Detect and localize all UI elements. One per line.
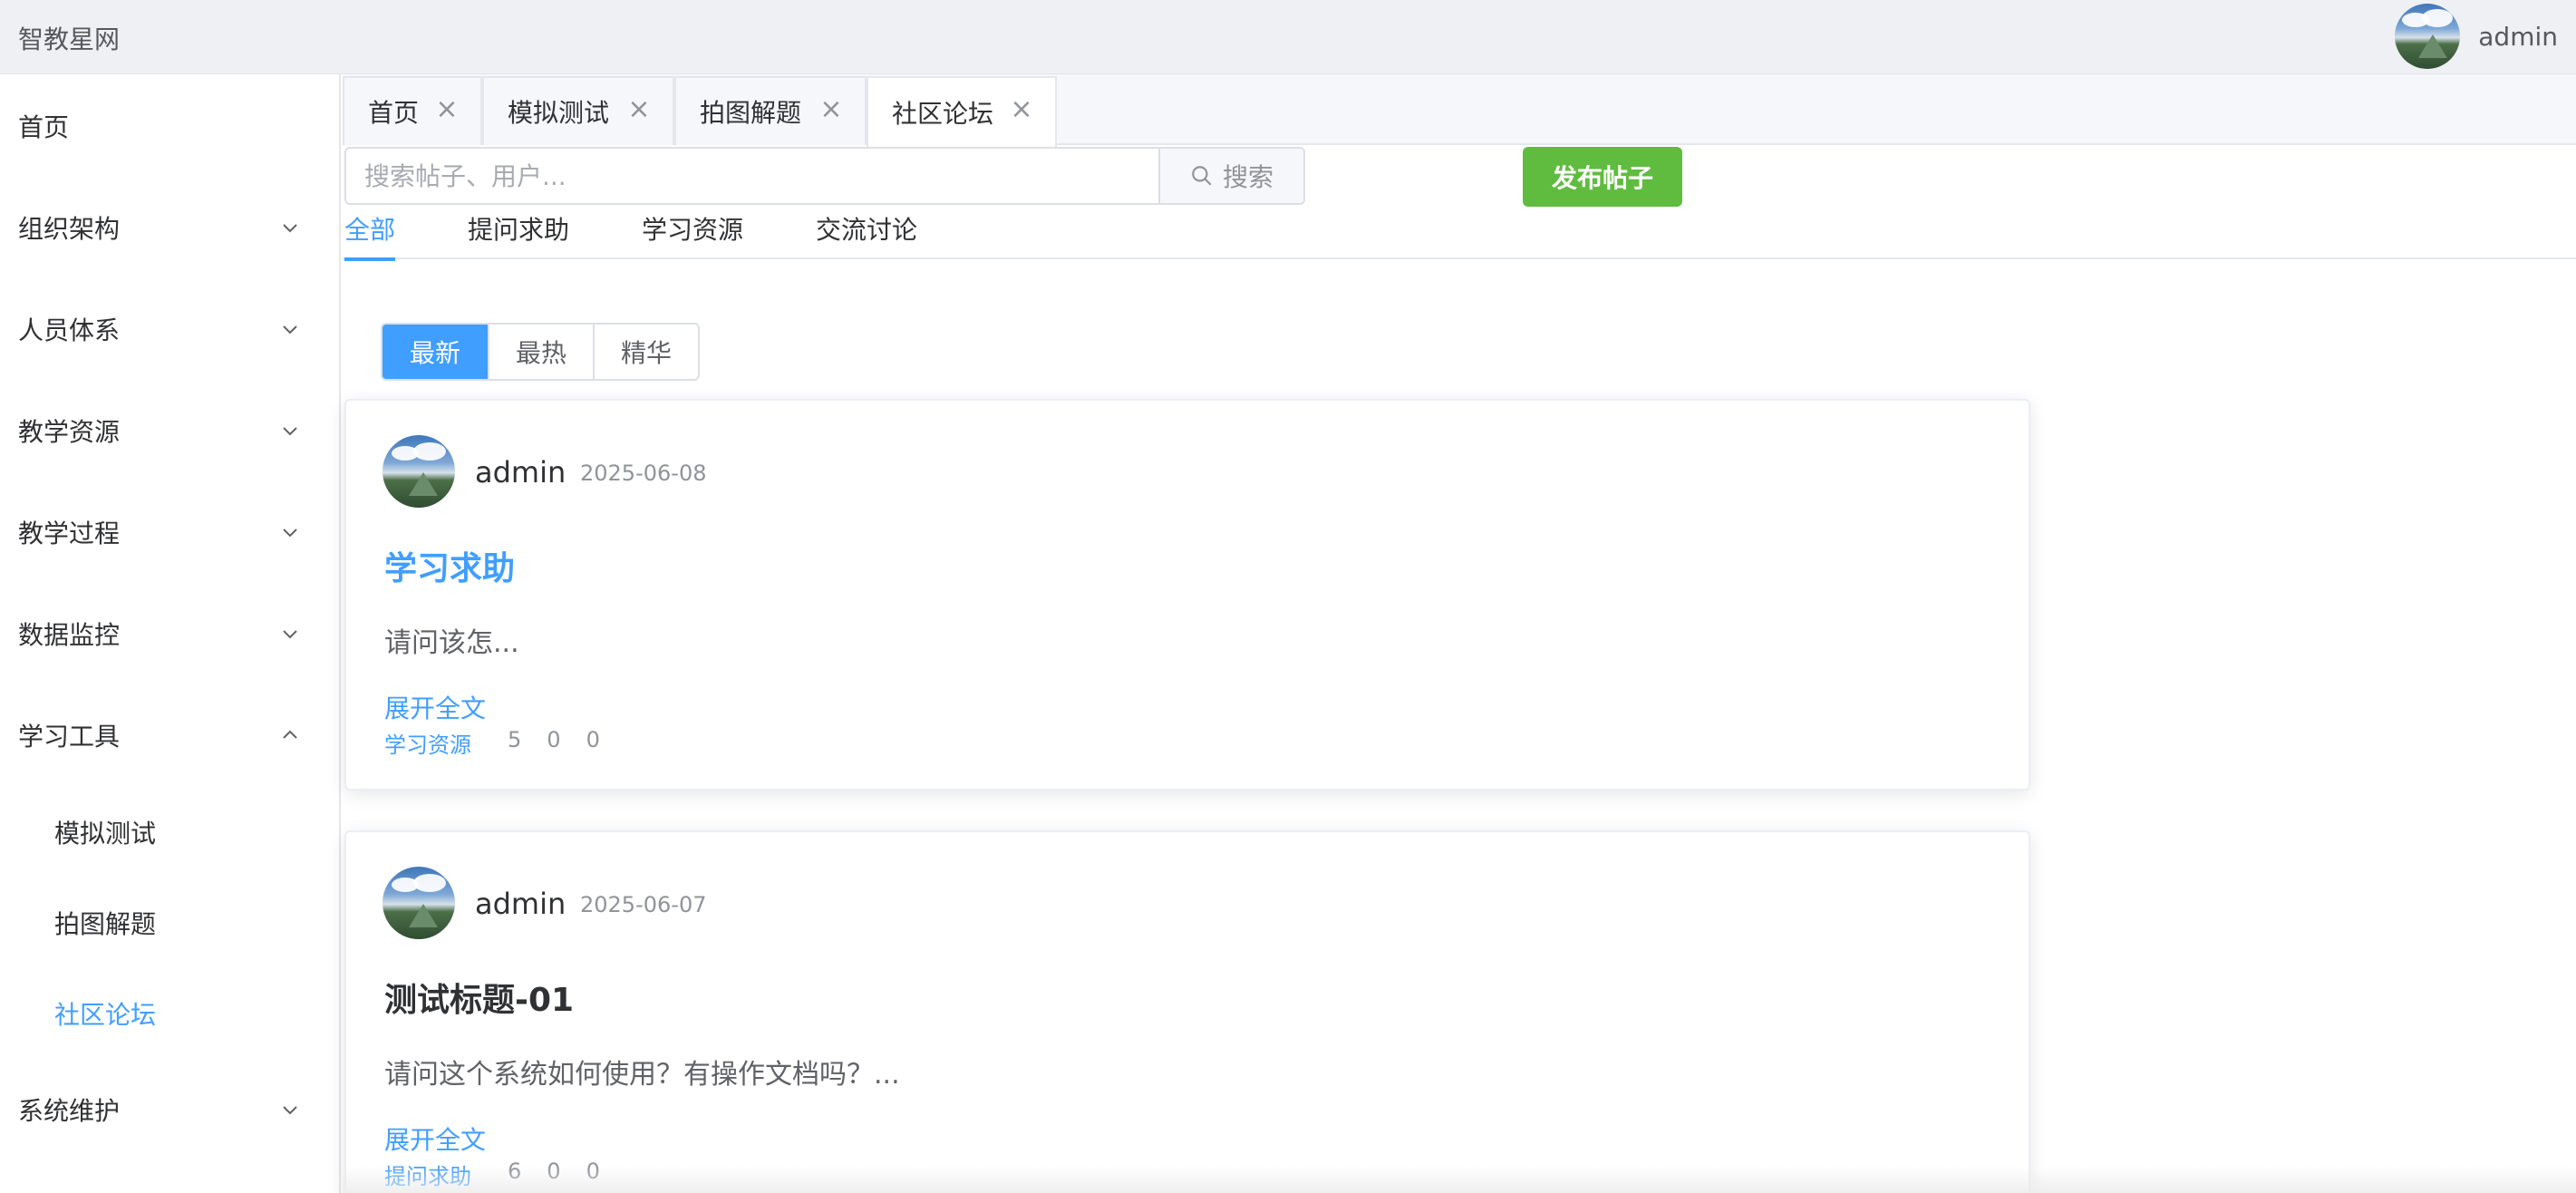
post-excerpt: 请问该怎... bbox=[384, 627, 519, 659]
avatar[interactable] bbox=[2395, 4, 2461, 69]
category-tab-discussion[interactable]: 交流讨论 bbox=[816, 209, 917, 259]
post-like-count: 0 bbox=[547, 727, 561, 752]
sidebar-item-data-monitoring[interactable]: 数据监控 bbox=[0, 601, 341, 666]
sidebar: 首页 组织架构 人员体系 教学资源 教学过程 数据监控 学习工具 模拟测试 拍图… bbox=[0, 74, 341, 1193]
post-meta: 学习资源 5 0 0 bbox=[384, 727, 625, 759]
post-comment-count: 0 bbox=[586, 727, 600, 752]
sidebar-item-photo-solve[interactable]: 拍图解题 bbox=[0, 890, 341, 955]
tab-photo-solve[interactable]: 拍图解题 × bbox=[674, 76, 867, 145]
sidebar-item-community-forum[interactable]: 社区论坛 bbox=[0, 981, 341, 1046]
close-icon[interactable]: × bbox=[435, 96, 459, 123]
publish-post-button[interactable]: 发布帖子 bbox=[1523, 147, 1682, 207]
search-button[interactable]: 搜索 bbox=[1158, 149, 1303, 203]
tab-label: 社区论坛 bbox=[892, 99, 994, 129]
post-excerpt: 请问这个系统如何使用？有操作文档吗？... bbox=[384, 1059, 900, 1091]
post-date: 2025-06-07 bbox=[580, 892, 707, 917]
chevron-down-icon bbox=[283, 325, 297, 335]
sidebar-item-teaching-resources[interactable]: 教学资源 bbox=[0, 398, 341, 463]
sidebar-item-label: 组织架构 bbox=[18, 214, 121, 244]
chevron-down-icon bbox=[283, 1106, 297, 1115]
chevron-down-icon bbox=[283, 529, 297, 538]
sidebar-item-home[interactable]: 首页 bbox=[0, 93, 341, 159]
post-author[interactable]: admin bbox=[475, 455, 566, 490]
sidebar-item-organization[interactable]: 组织架构 bbox=[0, 195, 341, 260]
expand-full-text-link[interactable]: 展开全文 bbox=[384, 1120, 486, 1157]
tab-label: 模拟测试 bbox=[508, 98, 610, 128]
sidebar-item-teaching-process[interactable]: 教学过程 bbox=[0, 500, 341, 565]
main-content: 首页 × 模拟测试 × 拍图解题 × 社区论坛 × 搜索帖子、用户... 搜索 … bbox=[343, 74, 2576, 1193]
chevron-down-icon bbox=[283, 630, 297, 639]
tab-mock-test[interactable]: 模拟测试 × bbox=[482, 76, 674, 145]
avatar[interactable] bbox=[383, 867, 455, 939]
sidebar-item-system-maintenance[interactable]: 系统维护 bbox=[0, 1077, 341, 1142]
tab-home[interactable]: 首页 × bbox=[343, 76, 482, 145]
sidebar-item-label: 学习工具 bbox=[18, 722, 121, 752]
sidebar-item-mock-test[interactable]: 模拟测试 bbox=[0, 800, 341, 865]
search-button-label: 搜索 bbox=[1222, 162, 1273, 192]
expand-full-text-link[interactable]: 展开全文 bbox=[384, 689, 486, 725]
close-icon[interactable]: × bbox=[819, 96, 843, 123]
sort-toggle-group: 最新 最热 精华 bbox=[381, 323, 700, 381]
post-card[interactable]: admin 2025-06-08 学习求助 请问该怎... 展开全文 学习资源 … bbox=[344, 399, 2030, 790]
category-tab-questions[interactable]: 提问求助 bbox=[468, 209, 569, 259]
close-icon[interactable]: × bbox=[1010, 96, 1033, 123]
category-tab-all[interactable]: 全部 bbox=[344, 209, 396, 261]
sidebar-item-label: 社区论坛 bbox=[54, 1000, 157, 1030]
sidebar-item-label: 教学资源 bbox=[18, 417, 121, 447]
category-tabs: 全部 提问求助 学习资源 交流讨论 bbox=[343, 209, 2576, 261]
sort-featured-button[interactable]: 精华 bbox=[593, 325, 698, 379]
chevron-up-icon bbox=[283, 730, 297, 739]
sidebar-item-label: 系统维护 bbox=[18, 1096, 121, 1126]
tab-label: 拍图解题 bbox=[700, 98, 802, 128]
sidebar-item-label: 首页 bbox=[18, 112, 70, 142]
sidebar-item-personnel[interactable]: 人员体系 bbox=[0, 296, 341, 362]
search-box: 搜索 bbox=[344, 147, 1305, 205]
post-category-tag[interactable]: 学习资源 bbox=[384, 727, 471, 759]
search-icon bbox=[1192, 166, 1212, 186]
user-menu[interactable]: admin bbox=[2395, 4, 2558, 69]
category-tab-resources[interactable]: 学习资源 bbox=[642, 209, 743, 259]
sidebar-item-label: 人员体系 bbox=[18, 315, 121, 345]
post-title[interactable]: 学习求助 bbox=[384, 542, 515, 589]
tab-community-forum[interactable]: 社区论坛 × bbox=[867, 76, 1057, 147]
post-card[interactable]: admin 2025-06-07 测试标题-01 请问这个系统如何使用？有操作文… bbox=[344, 830, 2030, 1193]
sidebar-item-label: 模拟测试 bbox=[54, 819, 157, 849]
sort-hottest-button[interactable]: 最热 bbox=[488, 325, 593, 379]
post-date: 2025-06-08 bbox=[580, 461, 707, 486]
post-author[interactable]: admin bbox=[475, 887, 566, 921]
sidebar-item-label: 教学过程 bbox=[18, 519, 121, 548]
search-input[interactable] bbox=[346, 149, 1158, 203]
chevron-down-icon bbox=[283, 224, 297, 233]
sort-newest-button[interactable]: 最新 bbox=[383, 325, 488, 379]
scroll-fade bbox=[343, 1166, 2576, 1193]
chevron-down-icon bbox=[283, 427, 297, 436]
top-header: 智教星网 admin bbox=[0, 0, 2576, 74]
avatar[interactable] bbox=[383, 435, 455, 508]
sidebar-item-label: 拍图解题 bbox=[54, 909, 157, 939]
sidebar-item-learning-tools[interactable]: 学习工具 bbox=[0, 703, 341, 768]
post-view-count: 5 bbox=[508, 727, 522, 752]
tab-label: 首页 bbox=[368, 98, 420, 128]
tab-bar: 首页 × 模拟测试 × 拍图解题 × 社区论坛 × bbox=[343, 74, 2576, 147]
post-title[interactable]: 测试标题-01 bbox=[384, 974, 574, 1021]
username[interactable]: admin bbox=[2478, 22, 2558, 52]
sidebar-item-label: 数据监控 bbox=[18, 620, 121, 650]
close-icon[interactable]: × bbox=[627, 96, 651, 123]
brand-title: 智教星网 bbox=[18, 24, 121, 54]
